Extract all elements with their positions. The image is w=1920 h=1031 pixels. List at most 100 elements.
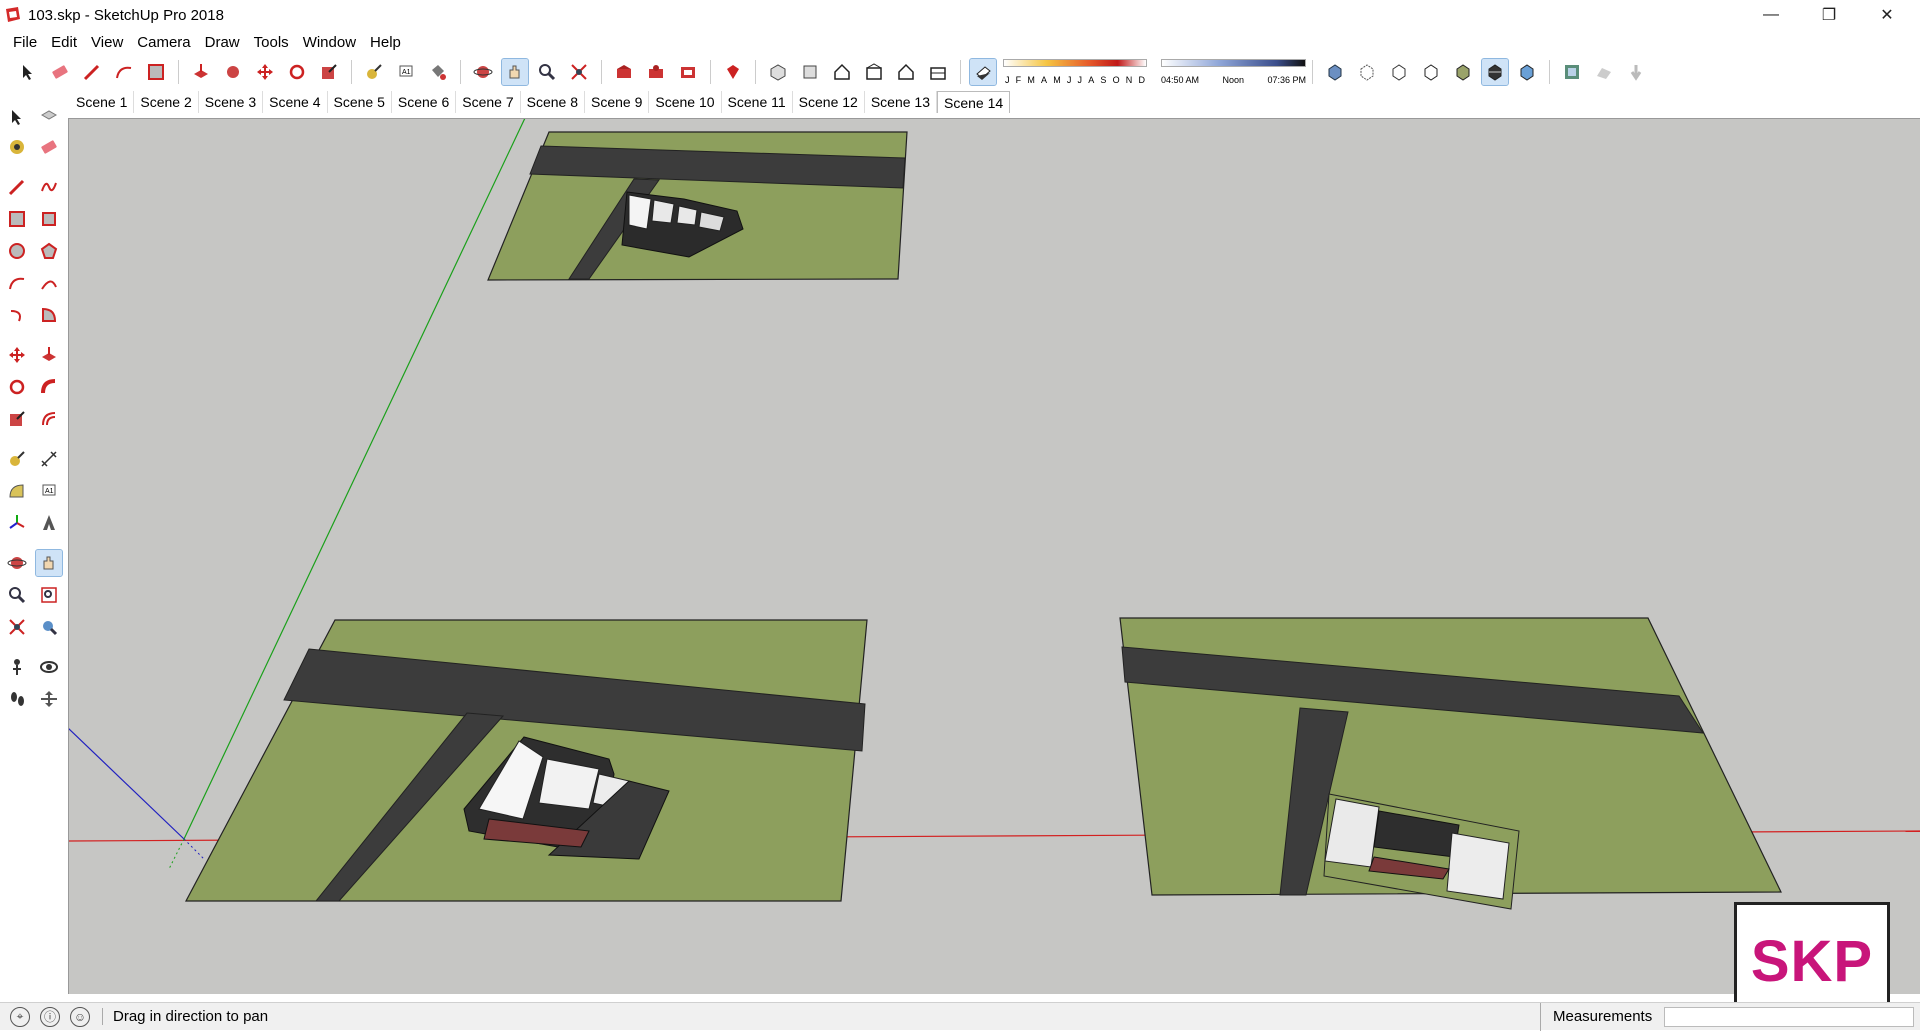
tab-scene-14[interactable]: Scene 14 [937,91,1011,113]
tab-scene-9[interactable]: Scene 9 [585,91,650,113]
iso-view-icon[interactable] [765,59,791,85]
section-plane-icon[interactable] [36,686,62,712]
back-edges-style-icon[interactable] [1354,59,1380,85]
zoom-tool-icon[interactable] [4,582,30,608]
geolocation-icon[interactable]: ⌖ [10,1006,30,1027]
shaded-textures-style-icon[interactable] [1481,58,1509,86]
warehouse-icon[interactable] [611,59,637,85]
3d-text-icon[interactable] [36,510,62,536]
site-plot-bottom-right[interactable] [1119,617,1782,910]
tab-scene-7[interactable]: Scene 7 [456,91,521,113]
tab-scene-2[interactable]: Scene 2 [134,91,199,113]
paint-bucket-icon[interactable] [425,59,451,85]
top-view-icon[interactable] [797,59,823,85]
look-around-icon[interactable] [36,654,62,680]
offset-tool-icon[interactable] [36,406,62,432]
shape-tool-icon[interactable] [143,59,169,85]
rotate-tool-icon[interactable] [284,59,310,85]
previous-view-icon[interactable] [36,614,62,640]
menu-help[interactable]: Help [363,34,408,51]
tab-scene-10[interactable]: Scene 10 [649,91,722,113]
site-plot-bottom-left[interactable] [185,619,868,902]
line-tool-icon[interactable] [4,174,30,200]
select-tool-icon[interactable] [15,59,41,85]
wireframe-style-icon[interactable] [1386,59,1412,85]
scale-tool-icon[interactable] [4,406,30,432]
circle-tool-icon[interactable] [4,238,30,264]
zoom-window-icon[interactable] [36,582,62,608]
three-point-arc-icon[interactable] [4,302,30,328]
restore-button[interactable]: ❐ [1800,0,1858,30]
orbit-tool-icon[interactable] [4,550,30,576]
walk-tool-icon[interactable] [4,686,30,712]
extension-warehouse-icon[interactable] [675,59,701,85]
eraser-tool-icon[interactable] [36,134,62,160]
date-slider[interactable]: JFMAMJJASOND [1003,59,1147,85]
tape-measure-icon[interactable] [361,59,387,85]
arc-tool-icon[interactable] [111,59,137,85]
date-slider-track[interactable] [1003,59,1147,67]
rectangle-tool-icon[interactable] [4,206,30,232]
push-pull-icon[interactable] [188,59,214,85]
hidden-line-style-icon[interactable] [1418,59,1444,85]
protractor-icon[interactable] [4,478,30,504]
tape-measure-icon[interactable] [4,446,30,472]
freehand-tool-icon[interactable] [36,174,62,200]
rotated-rectangle-icon[interactable] [36,206,62,232]
axes-tool-icon[interactable] [4,510,30,536]
text-tool-icon[interactable]: A1 [36,478,62,504]
time-slider-track[interactable] [1161,59,1306,67]
follow-me-icon[interactable] [36,374,62,400]
push-pull-icon[interactable] [36,342,62,368]
move-tool-icon[interactable] [4,342,30,368]
follow-me-icon[interactable] [220,59,246,85]
time-slider[interactable]: 04:50 AM Noon 07:36 PM [1161,59,1306,85]
orbit-tool-icon[interactable] [470,59,496,85]
user-account-icon[interactable]: ☺ [70,1006,90,1027]
right-view-icon[interactable] [861,59,887,85]
credits-icon[interactable]: ⓘ [40,1006,60,1027]
share-model-icon[interactable] [643,59,669,85]
pie-tool-icon[interactable] [36,302,62,328]
menu-tools[interactable]: Tools [247,34,296,51]
polygon-tool-icon[interactable] [36,238,62,264]
measurements-input[interactable] [1664,1007,1914,1027]
pan-tool-icon[interactable] [501,58,529,86]
minimize-button[interactable]: — [1742,0,1800,30]
tab-scene-6[interactable]: Scene 6 [392,91,457,113]
front-view-icon[interactable] [829,59,855,85]
xray-style-icon[interactable] [1322,59,1348,85]
tab-scene-11[interactable]: Scene 11 [722,91,793,113]
add-location-icon[interactable] [1559,59,1585,85]
shaded-style-icon[interactable] [1450,59,1476,85]
model-viewport[interactable] [68,118,1920,994]
menu-window[interactable]: Window [296,34,363,51]
menu-view[interactable]: View [84,34,130,51]
ruby-console-icon[interactable] [720,59,746,85]
rotate-tool-icon[interactable] [4,374,30,400]
zoom-extents-icon[interactable] [566,59,592,85]
menu-file[interactable]: File [6,34,44,51]
scale-tool-icon[interactable] [316,59,342,85]
tab-scene-3[interactable]: Scene 3 [199,91,264,113]
eraser-tool-icon[interactable] [47,59,73,85]
pan-tool-icon[interactable] [35,549,63,577]
position-camera-icon[interactable] [4,654,30,680]
tab-scene-13[interactable]: Scene 13 [865,91,938,113]
shadows-toggle-icon[interactable] [969,58,997,86]
close-button[interactable]: ✕ [1858,0,1916,30]
move-tool-icon[interactable] [252,59,278,85]
tab-scene-4[interactable]: Scene 4 [263,91,328,113]
tab-scene-12[interactable]: Scene 12 [793,91,865,113]
zoom-extents-icon[interactable] [4,614,30,640]
menu-draw[interactable]: Draw [198,34,247,51]
menu-camera[interactable]: Camera [130,34,197,51]
text-tool-icon[interactable]: A1 [393,59,419,85]
tab-scene-5[interactable]: Scene 5 [328,91,392,113]
dimension-tool-icon[interactable] [36,446,62,472]
two-point-arc-icon[interactable] [36,270,62,296]
make-component-icon[interactable] [36,104,62,130]
line-tool-icon[interactable] [79,59,105,85]
back-view-icon[interactable] [893,59,919,85]
tab-scene-8[interactable]: Scene 8 [521,91,585,113]
